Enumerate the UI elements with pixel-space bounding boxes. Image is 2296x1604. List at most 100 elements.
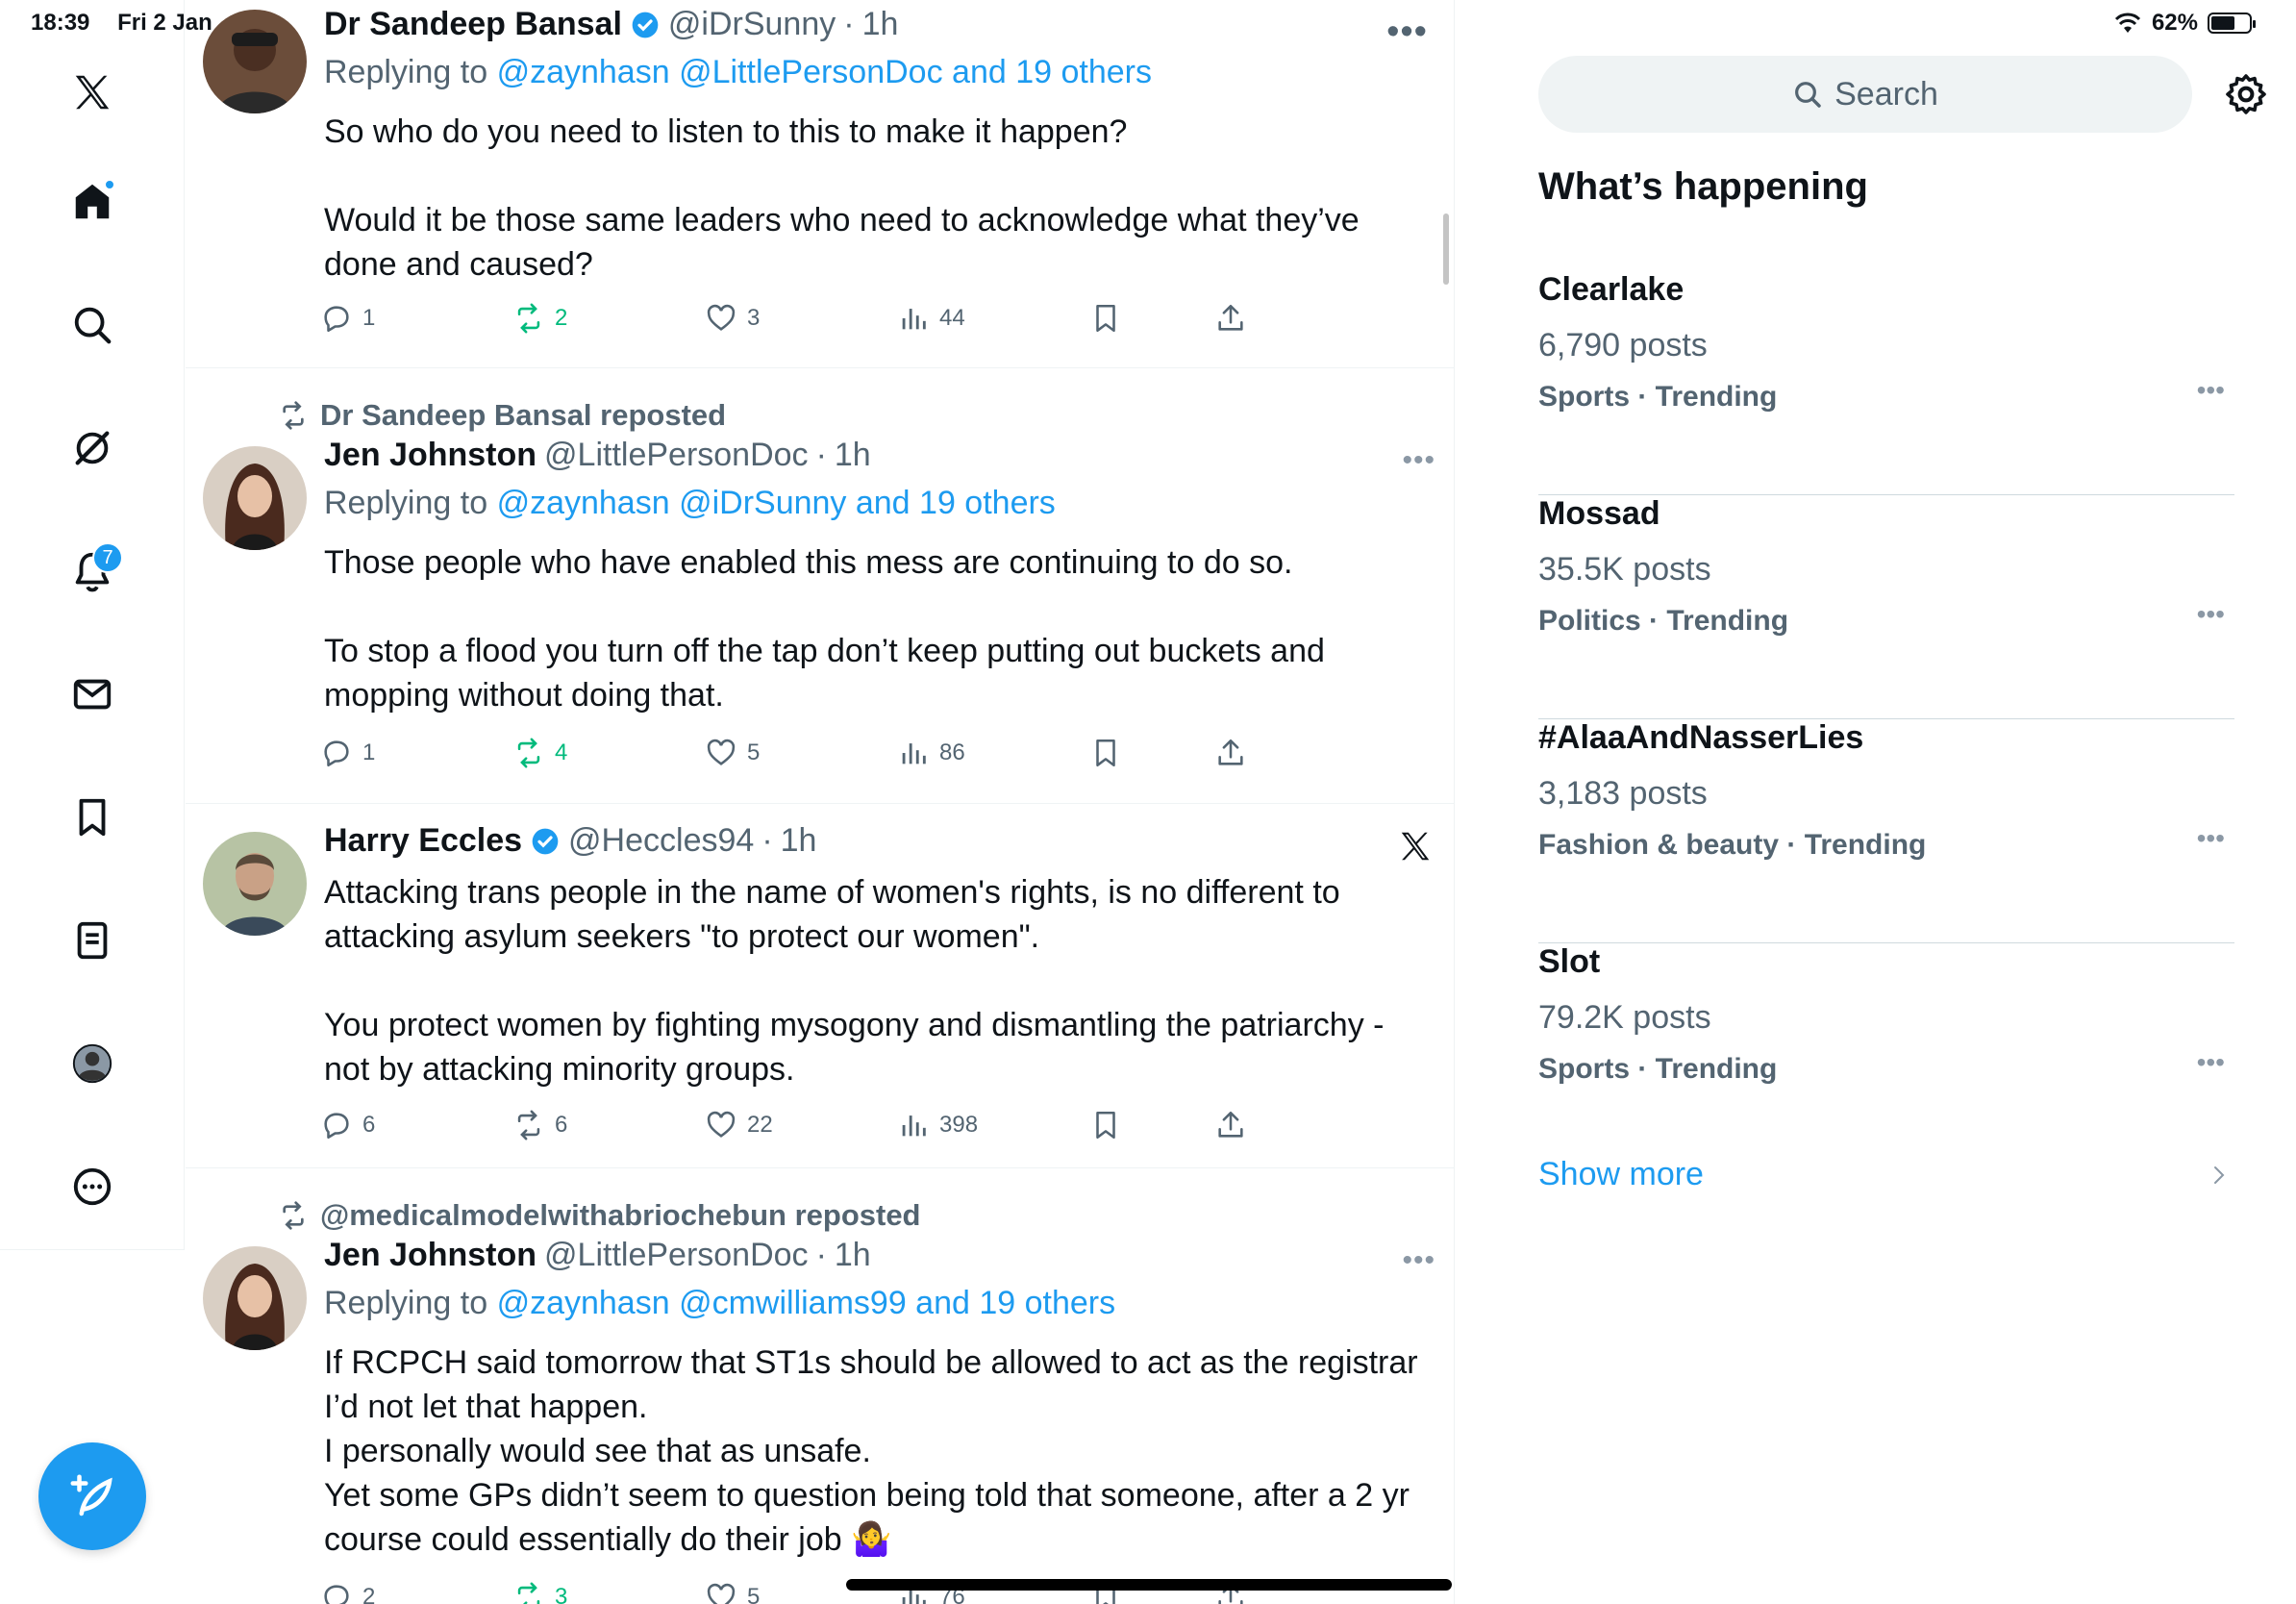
avatar[interactable]: [203, 10, 307, 113]
share-icon: [1218, 1111, 1243, 1138]
tweet-time: 1h: [834, 437, 871, 473]
more-icon[interactable]: [62, 1156, 123, 1217]
share-button[interactable]: [1214, 1109, 1247, 1141]
tweet-time: 1h: [861, 6, 899, 42]
trend-item[interactable]: #AlaaAndNasserLies 3,183 posts Fashion &…: [1538, 719, 2234, 943]
chevron-right-icon[interactable]: [2208, 1164, 2231, 1187]
repost-button[interactable]: 3: [512, 1581, 567, 1604]
author-handle[interactable]: @iDrSunny: [668, 6, 836, 43]
home-icon[interactable]: [62, 171, 123, 233]
tweet-actions: 1 4 5 86: [320, 737, 1378, 775]
reply-to-links[interactable]: @zaynhasn @iDrSunny and 19 others: [497, 485, 1056, 521]
home-indicator[interactable]: [846, 1579, 1452, 1591]
reply-icon: [324, 1585, 349, 1604]
reply-to-links[interactable]: @zaynhasn @LittlePersonDoc and 19 others: [497, 54, 1152, 90]
trend-name: Mossad: [1538, 495, 1660, 532]
show-more-link[interactable]: Show more: [1538, 1156, 1704, 1193]
trend-count: 6,790 posts: [1538, 327, 1708, 363]
heart-icon: [707, 1111, 736, 1138]
trend-more-icon[interactable]: •••: [2197, 823, 2225, 854]
notifications-icon[interactable]: 7: [62, 540, 123, 602]
more-options-icon[interactable]: •••: [1402, 1244, 1435, 1277]
replying-to: Replying to @zaynhasn @iDrSunny and 19 o…: [324, 485, 1056, 521]
avatar[interactable]: [203, 446, 307, 550]
bookmark-icon: [1096, 739, 1115, 767]
trend-more-icon[interactable]: •••: [2197, 1047, 2225, 1078]
trend-item[interactable]: Mossad 35.5K posts Politics · Trending •…: [1538, 495, 2234, 719]
x-close-icon[interactable]: [1397, 828, 1434, 865]
search-icon: [1795, 82, 1821, 108]
tweet[interactable]: @medicalmodelwithabriochebun reposted Je…: [186, 1169, 1454, 1604]
repost-button[interactable]: 4: [512, 737, 567, 769]
trend-more-icon[interactable]: •••: [2197, 375, 2225, 406]
tweet[interactable]: Dr Sandeep Bansal reposted Jen Johnston …: [186, 369, 1454, 804]
like-button[interactable]: 5: [705, 737, 760, 769]
views-button[interactable]: 398: [897, 1109, 978, 1141]
share-button[interactable]: [1214, 302, 1247, 335]
bookmark-button[interactable]: [1089, 737, 1122, 769]
like-button[interactable]: 22: [705, 1109, 773, 1141]
tweet-time: 1h: [780, 822, 817, 859]
reply-button[interactable]: 1: [320, 302, 375, 335]
like-button[interactable]: 5: [705, 1581, 760, 1604]
trend-item[interactable]: Clearlake 6,790 posts Sports · Trending …: [1538, 271, 2234, 495]
views-icon: [902, 743, 926, 764]
gear-icon[interactable]: [2223, 71, 2269, 117]
scrollbar[interactable]: [1443, 213, 1449, 285]
side-nav: 7: [0, 0, 185, 1250]
author-handle[interactable]: @Heccles94: [568, 822, 754, 860]
bookmarks-icon[interactable]: [62, 787, 123, 848]
tweet-actions: 6 6 22 398: [320, 1109, 1378, 1147]
x-logo-icon[interactable]: [62, 62, 123, 123]
avatar[interactable]: [203, 1246, 307, 1350]
views-button[interactable]: 44: [897, 302, 965, 335]
window-more-icon[interactable]: •••: [1386, 12, 1428, 53]
tweet-body: Attacking trans people in the name of wo…: [324, 874, 1385, 1088]
author-handle[interactable]: @LittlePersonDoc: [544, 1237, 809, 1274]
profile-icon[interactable]: [62, 1033, 123, 1094]
share-icon: [1218, 739, 1243, 765]
share-icon: [1218, 304, 1243, 331]
trend-count: 35.5K posts: [1538, 551, 1711, 588]
trend-item[interactable]: Slot 79.2K posts Sports · Trending •••: [1538, 943, 2234, 1167]
share-button[interactable]: [1214, 737, 1247, 769]
timeline[interactable]: Dr Sandeep Bansal @iDrSunny · 1h ••• Rep…: [186, 0, 1455, 1604]
views-button[interactable]: 86: [897, 737, 965, 769]
repost-icon: [517, 1110, 540, 1140]
reply-button[interactable]: 2: [320, 1581, 375, 1604]
tweet-body: Those people who have enabled this mess …: [324, 544, 1325, 714]
repost-icon: [283, 1201, 304, 1230]
lists-icon[interactable]: [62, 910, 123, 971]
repost-button[interactable]: 6: [512, 1109, 567, 1141]
avatar[interactable]: [203, 832, 307, 936]
repost-icon: [517, 738, 540, 768]
tweet-body: So who do you need to listen to this to …: [324, 113, 1360, 283]
tweet[interactable]: Harry Eccles @Heccles94 · 1h Attacking t…: [186, 805, 1454, 1168]
tweet-actions: 1 2 3 44: [320, 302, 1378, 340]
bookmark-button[interactable]: [1089, 302, 1122, 335]
author-name[interactable]: Jen Johnston: [324, 437, 537, 474]
author-name[interactable]: Dr Sandeep Bansal: [324, 6, 622, 43]
tweet-body: If RCPCH said tomorrow that ST1s should …: [324, 1344, 1418, 1558]
author-name[interactable]: Harry Eccles: [324, 822, 522, 860]
reply-button[interactable]: 6: [320, 1109, 375, 1141]
bookmark-button[interactable]: [1089, 1109, 1122, 1141]
author-handle[interactable]: @LittlePersonDoc: [544, 437, 809, 474]
trend-more-icon[interactable]: •••: [2197, 599, 2225, 630]
repost-button[interactable]: 2: [512, 302, 567, 335]
more-options-icon[interactable]: •••: [1402, 444, 1435, 477]
search-input[interactable]: Search: [1538, 56, 2192, 133]
like-button[interactable]: 3: [705, 302, 760, 335]
search-icon[interactable]: [62, 294, 123, 356]
tweet[interactable]: Dr Sandeep Bansal @iDrSunny · 1h ••• Rep…: [186, 0, 1454, 368]
messages-icon[interactable]: [62, 664, 123, 725]
author-name[interactable]: Jen Johnston: [324, 1237, 537, 1274]
home-unread-dot: [104, 179, 115, 190]
reply-button[interactable]: 1: [320, 737, 375, 769]
reply-to-links[interactable]: @zaynhasn @cmwilliams99 and 19 others: [497, 1285, 1116, 1321]
grok-icon[interactable]: [62, 417, 123, 479]
heart-icon: [707, 1583, 736, 1604]
reposted-by: @medicalmodelwithabriochebun reposted: [278, 1198, 921, 1233]
trend-category: Politics · Trending: [1538, 605, 1789, 637]
compose-post-button[interactable]: [38, 1442, 146, 1550]
